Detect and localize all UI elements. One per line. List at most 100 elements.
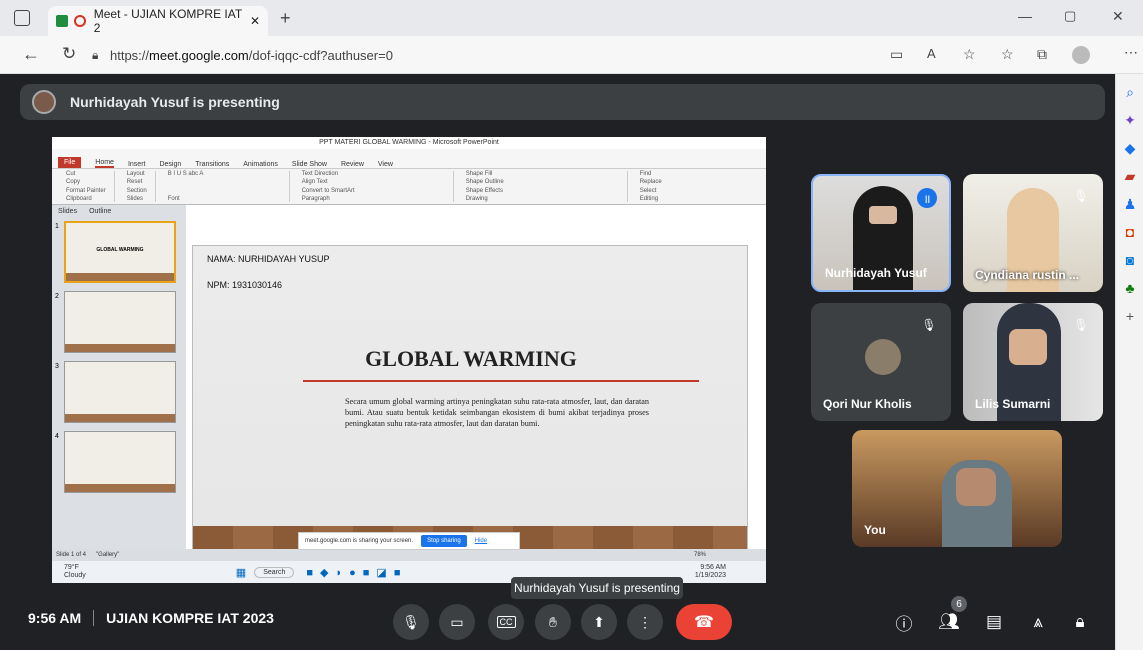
host-controls-button[interactable]: 🔒︎ xyxy=(1062,604,1098,640)
recording-icon xyxy=(73,15,86,27)
ppt-tab-file[interactable]: File xyxy=(58,157,82,168)
office-icon[interactable]: ◘ xyxy=(1116,218,1143,246)
font-controls[interactable]: B I U S abc A xyxy=(168,171,281,177)
people-button[interactable]: 👥︎ 6 xyxy=(931,596,967,640)
people-icon: 👥︎ xyxy=(938,612,960,631)
format-painter-button[interactable]: Format Painter xyxy=(66,188,106,194)
tree-icon[interactable]: ♣ xyxy=(1116,274,1143,302)
more-options-button[interactable]: ⋮ xyxy=(627,604,663,640)
group-drawing: Shape Fill Shape Outline Shape Effects D… xyxy=(458,171,628,202)
taskbar-search[interactable]: Search xyxy=(254,566,295,578)
align-text-button[interactable]: Align Text xyxy=(302,179,445,185)
ppt-ribbon: Cut Copy Format Painter Clipboard Layout… xyxy=(52,169,766,205)
tab-actions-icon[interactable] xyxy=(14,10,30,26)
games-icon[interactable]: ♟ xyxy=(1116,190,1143,218)
new-tab-icon[interactable]: + xyxy=(280,8,291,29)
more-menu-icon[interactable]: ⋯ xyxy=(1124,44,1138,61)
participant-tile-cyndiana[interactable]: 🎙︎ Cyndiana rustin ... xyxy=(963,174,1103,292)
shopping-icon[interactable]: ◆ xyxy=(1116,134,1143,162)
ppt-tab-slideshow[interactable]: Slide Show xyxy=(292,161,327,168)
captions-button[interactable]: CC xyxy=(488,604,524,640)
start-icon[interactable]: ▦ xyxy=(236,566,246,579)
chat-button[interactable]: ▤ xyxy=(976,604,1012,640)
cut-button[interactable]: Cut xyxy=(66,171,106,177)
layout-button[interactable]: Layout xyxy=(127,171,147,177)
close-window-icon[interactable]: ✕ xyxy=(1112,8,1124,25)
shape-outline-button[interactable]: Shape Outline xyxy=(466,179,619,185)
find-button[interactable]: Find xyxy=(640,171,662,177)
taskbar-apps-icon[interactable]: ■◆◗●■◪■ xyxy=(306,566,407,579)
participant-name: Cyndiana rustin ... xyxy=(975,268,1080,282)
participant-tile-self[interactable]: You xyxy=(852,430,1062,547)
group-label: Font xyxy=(167,196,180,202)
camera-button[interactable]: ▭ xyxy=(439,604,475,640)
slide-thumb-2[interactable] xyxy=(64,291,176,353)
slide-thumb-4[interactable] xyxy=(64,431,176,493)
speaking-icon: ॥ xyxy=(917,188,937,208)
present-button[interactable]: ⬆ xyxy=(581,604,617,640)
zoom-level[interactable]: 78% xyxy=(694,552,706,558)
copilot-icon[interactable]: ✦ xyxy=(1116,106,1143,134)
close-tab-icon[interactable]: ✕ xyxy=(250,14,260,28)
back-icon[interactable]: ← xyxy=(22,44,40,65)
add-icon[interactable]: + xyxy=(1116,302,1143,330)
group-font: B I U S abc A Font xyxy=(160,171,290,202)
mic-button[interactable]: 🎙︎ xyxy=(393,604,429,640)
lock-icon[interactable]: 🔒︎ xyxy=(92,48,98,63)
pane-tab-outline[interactable]: Outline xyxy=(89,208,111,215)
read-aloud-icon[interactable]: A xyxy=(927,46,936,61)
slide-thumb-3[interactable] xyxy=(64,361,176,423)
url-field[interactable]: https://meet.google.com/dof-iqqc-cdf?aut… xyxy=(110,42,870,68)
section-button[interactable]: Section xyxy=(127,188,147,194)
outlook-icon[interactable]: ◙ xyxy=(1116,246,1143,274)
activities-button[interactable]: ⩓ xyxy=(1020,604,1056,640)
slide-canvas[interactable]: NAMA: NURHIDAYAH YUSUP NPM: 1931030146 G… xyxy=(192,245,748,561)
ppt-status-bar: Slide 1 of 4 "Gallery" 78% xyxy=(52,549,766,561)
weather-widget[interactable]: 79°F Cloudy xyxy=(64,564,86,580)
info-button[interactable]: ⓘ xyxy=(886,604,922,640)
minimize-icon[interactable]: — xyxy=(1018,8,1032,24)
hide-link[interactable]: Hide xyxy=(475,538,487,544)
ppt-tab-home[interactable]: Home xyxy=(95,159,114,168)
reset-button[interactable]: Reset xyxy=(127,179,147,185)
end-call-icon: ☎︎ xyxy=(694,614,714,631)
ppt-tab-transitions[interactable]: Transitions xyxy=(195,161,229,168)
stop-sharing-button[interactable]: Stop sharing xyxy=(421,535,467,547)
participant-tile-qori[interactable]: 🎙︎ Qori Nur Kholis xyxy=(811,303,951,421)
end-call-button[interactable]: ☎︎ xyxy=(676,604,732,640)
thumb-number: 3 xyxy=(55,363,59,370)
camera-icon[interactable]: ▭ xyxy=(890,46,903,63)
shape-effects-button[interactable]: Shape Effects xyxy=(466,188,619,194)
shape-fill-button[interactable]: Shape Fill xyxy=(466,171,619,177)
participant-tile-nurhidayah[interactable]: ॥ Nurhidayah Yusuf xyxy=(811,174,951,292)
search-icon[interactable]: ⌕ xyxy=(1116,78,1143,106)
favorite-icon[interactable]: ☆ xyxy=(963,46,976,63)
slide-thumb-1[interactable]: GLOBAL WARMING xyxy=(64,221,176,283)
ppt-tab-insert[interactable]: Insert xyxy=(128,161,146,168)
clock-time: 9:56 AM xyxy=(700,564,726,571)
smartart-button[interactable]: Convert to SmartArt xyxy=(302,188,445,194)
reload-icon[interactable]: ↻ xyxy=(62,44,76,64)
ppt-tab-animations[interactable]: Animations xyxy=(243,161,278,168)
copy-button[interactable]: Copy xyxy=(66,179,106,185)
browser-tab[interactable]: Meet - UJIAN KOMPRE IAT 2 ✕ xyxy=(48,6,268,36)
ppt-tab-view[interactable]: View xyxy=(378,161,393,168)
text-direction-button[interactable]: Text Direction xyxy=(302,171,445,177)
favorites-list-icon[interactable]: ☆ xyxy=(1001,46,1014,63)
participant-tile-lilis[interactable]: 🎙︎ Lilis Sumarni xyxy=(963,303,1103,421)
select-button[interactable]: Select xyxy=(640,188,662,194)
collections-icon[interactable]: ⧉ xyxy=(1037,46,1047,63)
pane-tab-slides[interactable]: Slides xyxy=(58,208,77,215)
maximize-icon[interactable]: ▢ xyxy=(1064,8,1076,24)
replace-button[interactable]: Replace xyxy=(640,179,662,185)
sharing-notice: meet.google.com is sharing your screen. … xyxy=(298,532,520,550)
tools-icon[interactable]: ▰ xyxy=(1116,162,1143,190)
taskbar-clock[interactable]: 9:56 AM 1/19/2023 xyxy=(695,564,726,580)
profile-avatar[interactable] xyxy=(1072,46,1090,64)
ppt-tab-review[interactable]: Review xyxy=(341,161,364,168)
slide-name-text: NAMA: NURHIDAYAH YUSUP xyxy=(207,254,330,264)
group-paragraph: Text Direction Align Text Convert to Sma… xyxy=(294,171,454,202)
ppt-ribbon-tabs: File Home Insert Design Transitions Anim… xyxy=(52,149,766,169)
ppt-tab-design[interactable]: Design xyxy=(159,161,181,168)
raise-hand-button[interactable]: ✋︎ xyxy=(535,604,571,640)
